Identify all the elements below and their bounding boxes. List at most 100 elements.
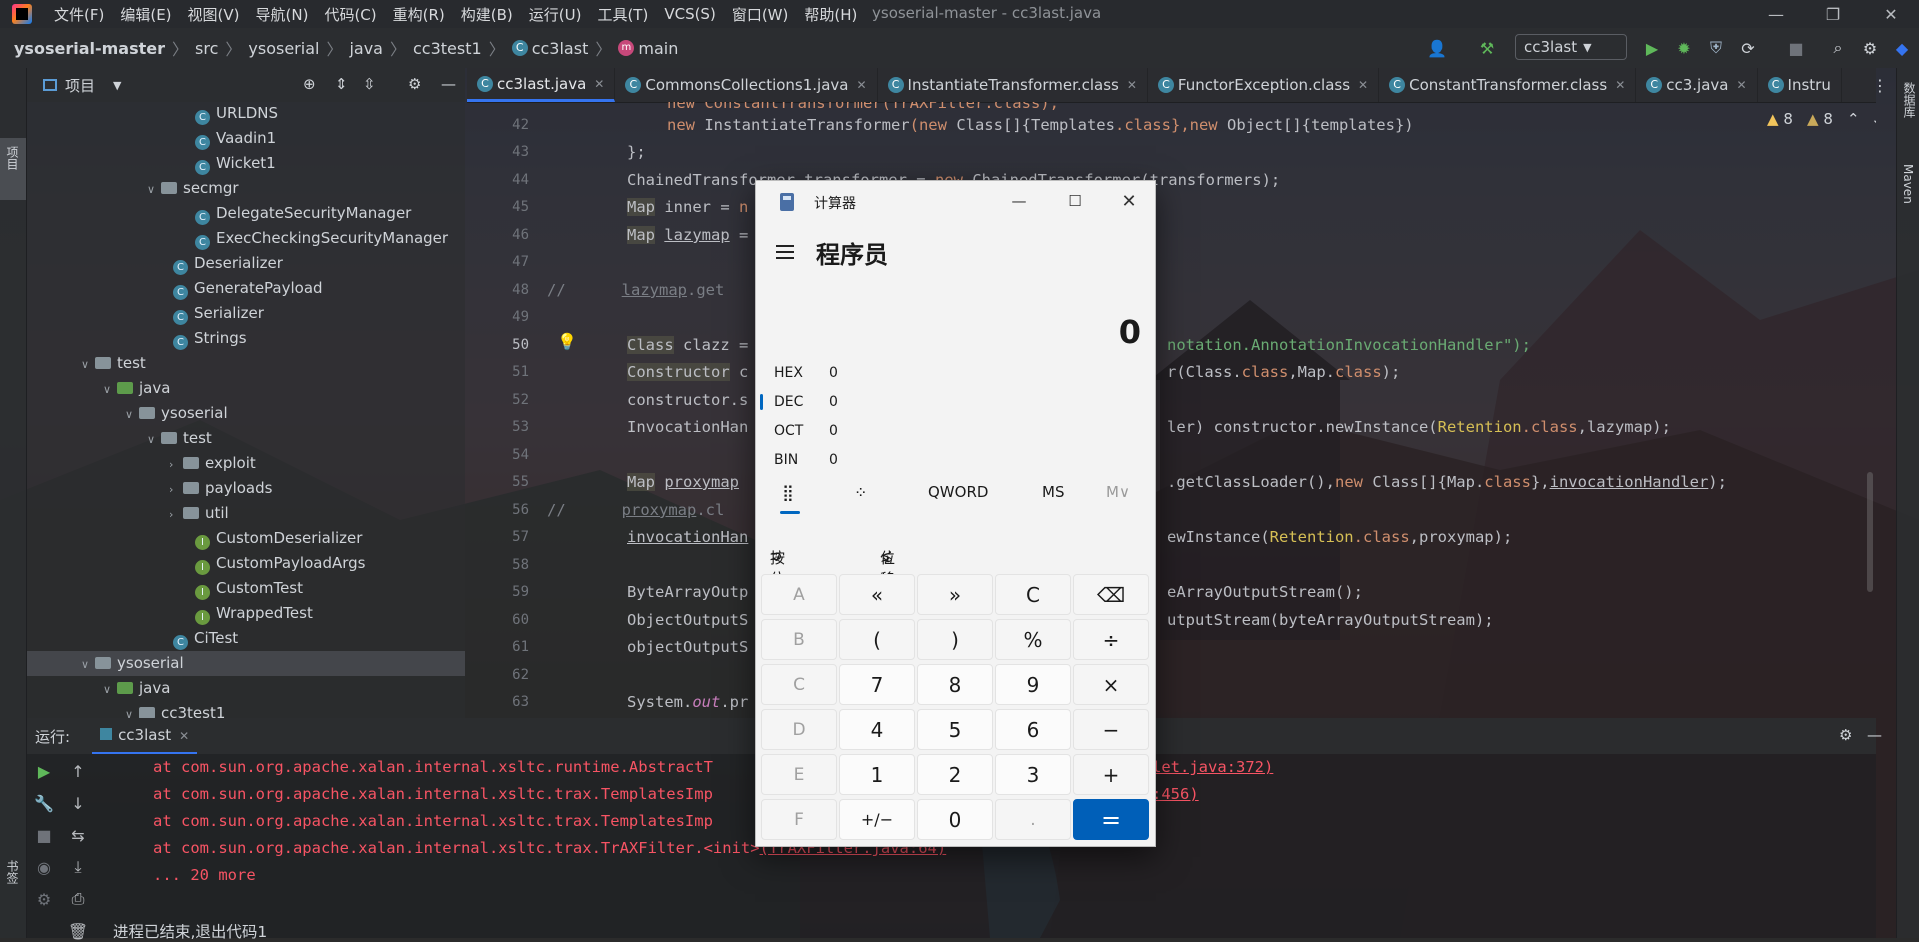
radix-dec[interactable]: DEC 0	[774, 394, 838, 410]
tree-item[interactable]: ∨ secmgr	[147, 176, 239, 201]
breadcrumb-project[interactable]: ysoserial-master	[14, 39, 165, 58]
menu-refactor[interactable]: 重构(R)	[385, 4, 453, 25]
minimize-icon[interactable]: —	[996, 187, 1042, 215]
weak-warning-count[interactable]: ▲ 8	[1807, 110, 1833, 128]
close-tab-icon[interactable]: ✕	[1615, 78, 1625, 92]
tree-item[interactable]: C URLDNS	[195, 102, 278, 126]
tree-item[interactable]: I CustomTest	[195, 576, 303, 601]
tab-constanttransformer[interactable]: C ConstantTransformer.class ✕	[1379, 68, 1637, 102]
project-panel-title[interactable]: 项目	[65, 75, 95, 96]
tree-item[interactable]: I CustomPayloadArgs	[195, 551, 365, 576]
menu-vcs[interactable]: VCS(S)	[656, 5, 723, 23]
wrench-icon[interactable]: 🔧	[33, 792, 55, 814]
key-8[interactable]: 8	[917, 664, 993, 705]
close-tab-icon[interactable]: ✕	[179, 729, 189, 743]
menu-file[interactable]: 文件(F)	[46, 4, 112, 25]
settings-gear-icon[interactable]: ⚙	[1858, 36, 1882, 60]
memory-list-button[interactable]: M∨	[1106, 483, 1130, 501]
menu-run[interactable]: 运行(U)	[521, 4, 590, 25]
next-highlight-icon[interactable]: ⌄	[1871, 110, 1876, 128]
key-multiply[interactable]: ×	[1073, 664, 1149, 705]
key-add[interactable]: +	[1073, 754, 1149, 795]
jetbrains-ai-icon[interactable]: ◆	[1890, 36, 1914, 60]
tab-instantiatetransformer[interactable]: C InstantiateTransformer.class ✕	[878, 68, 1148, 102]
key-hex-c[interactable]: C	[761, 664, 837, 705]
key-2[interactable]: 2	[917, 754, 993, 795]
close-tab-icon[interactable]: ✕	[856, 78, 866, 92]
calculator-titlebar[interactable]: 计算器 — ☐ ✕	[756, 181, 1155, 221]
stop-icon[interactable]: ■	[33, 824, 55, 846]
menu-window[interactable]: 窗口(W)	[724, 4, 797, 25]
bookmarks-tool-label[interactable]: 书签	[4, 860, 21, 884]
key-hex-e[interactable]: E	[761, 754, 837, 795]
stop-icon[interactable]: ■	[1784, 36, 1808, 60]
user-icon[interactable]: 👤	[1425, 36, 1449, 60]
key-negate[interactable]: +/−	[839, 799, 915, 840]
key-clear[interactable]: C	[995, 574, 1071, 615]
menu-view[interactable]: 视图(V)	[180, 4, 248, 25]
project-settings-gear-icon[interactable]: ⚙	[408, 75, 421, 93]
menu-help[interactable]: 帮助(H)	[796, 4, 865, 25]
tree-item[interactable]: C Wicket1	[195, 151, 276, 176]
menu-navigate[interactable]: 导航(N)	[248, 4, 317, 25]
minimize-icon[interactable]: —	[1753, 0, 1799, 28]
code-editor[interactable]: 42 43 44 45 46 47 48 49 50 51 52 53 54 5…	[467, 102, 1876, 718]
menu-build[interactable]: 构建(B)	[453, 4, 521, 25]
key-open-paren[interactable]: (	[839, 619, 915, 660]
key-right-shift[interactable]: »	[917, 574, 993, 615]
key-6[interactable]: 6	[995, 709, 1071, 750]
tree-item[interactable]: ∨ test	[81, 351, 146, 376]
search-icon[interactable]: ⌕	[1826, 36, 1850, 60]
key-close-paren[interactable]: )	[917, 619, 993, 660]
memory-store-button[interactable]: MS	[1042, 483, 1064, 501]
console-link[interactable]: let.java:372)	[1152, 758, 1273, 776]
run-icon[interactable]: ▶	[1640, 36, 1664, 60]
close-tab-icon[interactable]: ✕	[594, 77, 604, 91]
chevron-down-icon[interactable]: ∨	[81, 652, 95, 677]
hide-panel-icon[interactable]: —	[1867, 726, 1882, 744]
chevron-right-icon[interactable]: ›	[169, 502, 183, 527]
restore-layout-icon[interactable]: ⚙	[33, 888, 55, 910]
chevron-down-icon[interactable]: ∨	[103, 677, 117, 702]
tree-item[interactable]: C Vaadin1	[195, 126, 276, 151]
breadcrumb-ysoserial[interactable]: ysoserial	[248, 39, 319, 58]
profile-icon[interactable]: ⟳	[1736, 36, 1760, 60]
rerun-icon[interactable]: ▶	[33, 760, 55, 782]
tab-instrumentation[interactable]: C Instru	[1758, 68, 1842, 102]
tree-item[interactable]: › util	[169, 501, 229, 526]
up-arrow-icon[interactable]: ↑	[67, 760, 89, 782]
key-hex-b[interactable]: B	[761, 619, 837, 660]
close-tab-icon[interactable]: ✕	[1736, 78, 1746, 92]
down-arrow-icon[interactable]: ↓	[67, 792, 89, 814]
menu-code[interactable]: 代码(C)	[316, 4, 384, 25]
breadcrumb-method[interactable]: main	[638, 39, 678, 58]
chevron-down-icon[interactable]: ∨	[147, 427, 161, 452]
key-4[interactable]: 4	[839, 709, 915, 750]
key-left-shift[interactable]: «	[839, 574, 915, 615]
coverage-icon[interactable]: ⛨	[1704, 36, 1728, 60]
close-icon[interactable]: ✕	[1868, 0, 1914, 28]
build-hammer-icon[interactable]: ⚒	[1475, 36, 1499, 60]
chevron-right-icon[interactable]: ›	[169, 477, 183, 502]
key-1[interactable]: 1	[839, 754, 915, 795]
key-modulo[interactable]: %	[995, 619, 1071, 660]
tree-item[interactable]: › payloads	[169, 476, 272, 501]
tab-commonscollections1[interactable]: C CommonsCollections1.java ✕	[615, 68, 878, 102]
trash-icon[interactable]: 🗑	[67, 920, 89, 942]
breadcrumb-cc3test1[interactable]: cc3test1	[413, 39, 482, 58]
debug-icon[interactable]: ✹	[1672, 36, 1696, 60]
key-hex-f[interactable]: F	[761, 799, 837, 840]
print-icon[interactable]: ⎙	[67, 888, 89, 910]
tree-item[interactable]: C Deserializer	[173, 251, 283, 276]
tree-item[interactable]: C CiTest	[173, 626, 238, 651]
key-backspace[interactable]: ⌫	[1073, 574, 1149, 615]
bit-toggle-keypad-icon[interactable]: ⁘	[854, 483, 867, 502]
scrollbar-thumb[interactable]	[1867, 472, 1873, 592]
previous-highlight-icon[interactable]: ⌃	[1847, 110, 1860, 128]
database-tool-label[interactable]: 数据库	[1901, 82, 1918, 118]
tab-cc3[interactable]: Ccc3.java ✕	[1636, 68, 1758, 102]
radix-bin[interactable]: BIN 0	[774, 452, 838, 468]
chevron-down-icon[interactable]: ∨	[103, 377, 117, 402]
maven-tool-label[interactable]: Maven	[1901, 164, 1915, 204]
hide-panel-icon[interactable]: —	[441, 75, 456, 93]
